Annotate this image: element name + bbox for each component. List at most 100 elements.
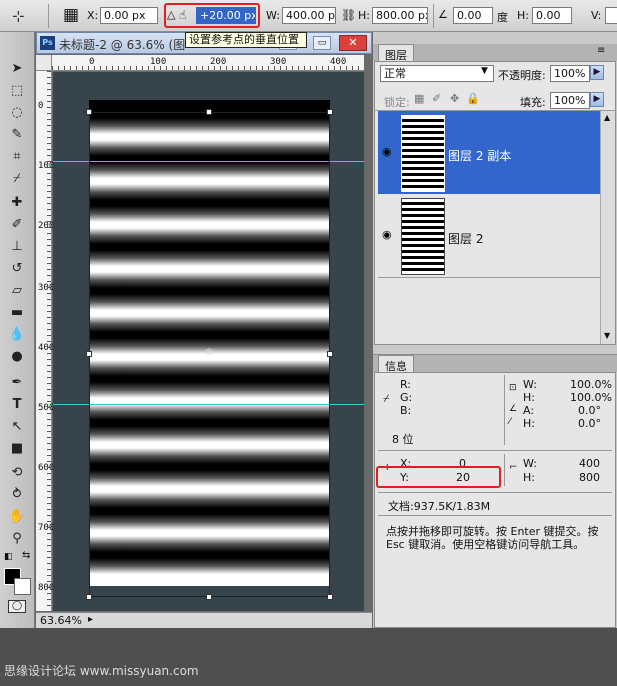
ruler-v-label: 0 — [38, 101, 44, 111]
scroll-up-icon[interactable]: ▲ — [604, 113, 610, 122]
healing-brush-icon[interactable]: ✚ — [6, 192, 28, 212]
eyedropper-icon[interactable]: ⌿ — [6, 168, 28, 188]
info-h2-label: H: — [523, 417, 535, 430]
fill-arrow-button[interactable]: ▶ — [590, 92, 604, 107]
info-vertical-divider — [504, 375, 505, 445]
layers-scrollbar[interactable]: ▲ ▼ — [600, 111, 615, 344]
fill-field[interactable]: 100% — [550, 92, 590, 109]
transform-handle-bottom-right[interactable] — [327, 594, 333, 600]
status-menu-icon[interactable]: ▸ — [88, 614, 93, 625]
w-field[interactable]: 400.00 px — [282, 7, 336, 24]
info-h1-value: 100.0% — [570, 391, 612, 404]
lasso-tool-icon[interactable]: ◌ — [6, 102, 28, 122]
shape-tool-icon[interactable]: ■ — [6, 438, 28, 458]
layer-name[interactable]: 图层 2 副本 — [448, 147, 511, 164]
info-hint: 点按并拖移即可旋转。按 Enter 键提交。按 Esc 键取消。使用空格键访问导… — [386, 525, 599, 551]
toolbox: ➤ ⬚ ◌ ✎ ⌗ ⌿ ✚ ✐ ⊥ ↺ ▱ ▬ 💧 ● ✒ T ↖ ■ ⟲ ⥁ … — [0, 32, 35, 628]
info-b-label: B: — [400, 404, 412, 417]
panel-menu-icon[interactable]: ≡ — [597, 45, 605, 56]
3d-orbit-icon[interactable]: ⥁ — [6, 484, 28, 504]
marquee-tool-icon[interactable]: ⬚ — [6, 80, 28, 100]
transform-handle-top-right[interactable] — [327, 109, 333, 115]
swap-colors-icon[interactable]: ⇆ — [22, 550, 30, 561]
lock-all-icon[interactable]: 🔒 — [466, 92, 480, 105]
hskew-field[interactable]: 0.00 — [532, 7, 572, 24]
tooltip: 设置参考点的垂直位置 — [185, 32, 307, 48]
lock-paint-icon[interactable]: ✐ — [432, 92, 441, 105]
brush-tool-icon[interactable]: ✐ — [6, 214, 28, 234]
h-field[interactable]: 800.00 px — [372, 7, 428, 24]
opacity-arrow-button[interactable]: ▶ — [590, 65, 604, 80]
ps-logo-icon: Ps — [40, 36, 55, 50]
stamp-tool-icon[interactable]: ⊥ — [6, 236, 28, 256]
path-select-icon[interactable]: ↖ — [6, 416, 28, 436]
layer-row[interactable]: ◉ 图层 2 — [378, 194, 600, 278]
lock-position-icon[interactable]: ✥ — [450, 92, 459, 105]
info-h1-label: H: — [523, 391, 535, 404]
y-field[interactable]: +20.00 px — [196, 7, 256, 24]
pen-tool-icon[interactable]: ✒ — [6, 372, 28, 392]
reference-point-icon[interactable]: ▦ — [63, 5, 79, 25]
move-tool-icon[interactable]: ➤ — [6, 58, 28, 78]
angle-field[interactable]: 0.00 — [453, 7, 493, 24]
history-brush-icon[interactable]: ↺ — [6, 258, 28, 278]
close-button[interactable]: ✕ — [339, 35, 367, 51]
visibility-eye-icon[interactable]: ◉ — [382, 145, 392, 158]
layer-thumbnail — [401, 115, 445, 192]
angle-unit: 度 — [497, 11, 508, 24]
hand-tool-icon[interactable]: ✋ — [6, 506, 28, 526]
watermark: 思缘设计论坛 www.missyuan.com — [4, 664, 199, 678]
skew-icon: ⁄ — [509, 417, 511, 427]
eraser-icon[interactable]: ▱ — [6, 280, 28, 300]
visibility-eye-icon[interactable]: ◉ — [382, 228, 392, 241]
maximize-button[interactable]: ▭ — [313, 36, 331, 50]
vskew-field[interactable] — [605, 7, 617, 24]
transform-handle-top-center[interactable] — [206, 109, 212, 115]
quick-mask-icon[interactable]: ◯ — [8, 600, 26, 613]
info-h3-value: 800 — [579, 471, 600, 484]
gradient-tool-icon[interactable]: ▬ — [6, 302, 28, 322]
layer-name[interactable]: 图层 2 — [448, 230, 483, 247]
info-r-label: R: — [400, 378, 412, 391]
info-bit-depth: 8 位 — [392, 433, 414, 446]
scale-icon: ⊡ — [509, 383, 517, 393]
transform-handle-middle-right[interactable] — [327, 351, 333, 357]
blend-mode-select[interactable]: 正常 — [380, 65, 494, 82]
transform-handle-bottom-left[interactable] — [86, 594, 92, 600]
info-w2-value: 400 — [579, 457, 600, 470]
transform-handle-middle-left[interactable] — [86, 351, 92, 357]
bottom-strip: 思缘设计论坛 www.missyuan.com — [0, 628, 617, 686]
zoom-tool-icon[interactable]: ⚲ — [6, 528, 28, 548]
info-h2-value: 0.0° — [578, 417, 601, 430]
quick-select-icon[interactable]: ✎ — [6, 124, 28, 144]
info-a-value: 0.0° — [578, 404, 601, 417]
info-g-label: G: — [400, 391, 413, 404]
reference-point-icon[interactable]: ⊕ — [204, 348, 214, 358]
info-horizontal-divider-3 — [378, 515, 612, 516]
info-w1-value: 100.0% — [570, 378, 612, 391]
layer-row[interactable]: ◉ 图层 2 副本 — [378, 111, 600, 195]
vskew-label: V: — [591, 9, 602, 22]
link-icon[interactable]: ⛓ — [341, 8, 356, 22]
relative-position-icon[interactable]: △ — [167, 8, 175, 21]
dodge-tool-icon[interactable]: ● — [6, 346, 28, 366]
default-colors-icon[interactable]: ◧ — [4, 552, 13, 562]
blur-tool-icon[interactable]: 💧 — [6, 324, 28, 344]
info-vertical-divider-2 — [504, 454, 505, 486]
zoom-level[interactable]: 63.64% — [40, 614, 82, 627]
crop-tool-icon[interactable]: ⌗ — [6, 146, 28, 166]
lock-transparent-icon[interactable]: ▦ — [414, 92, 424, 105]
3d-rotate-icon[interactable]: ⟲ — [6, 462, 28, 482]
angle-icon: ∠ — [438, 8, 448, 21]
opacity-label: 不透明度: — [498, 69, 546, 82]
scroll-down-icon[interactable]: ▼ — [604, 331, 610, 340]
background-color[interactable] — [14, 578, 31, 595]
fill-label: 填充: — [520, 96, 546, 109]
opacity-field[interactable]: 100% — [550, 65, 590, 82]
chevron-down-icon[interactable]: ▼ — [481, 66, 488, 76]
transform-move-icon[interactable]: ⊹ — [12, 7, 25, 25]
type-tool-icon[interactable]: T — [6, 394, 28, 414]
transform-handle-bottom-center[interactable] — [206, 594, 212, 600]
transform-handle-top-left[interactable] — [86, 109, 92, 115]
x-field[interactable]: 0.00 px — [100, 7, 158, 24]
